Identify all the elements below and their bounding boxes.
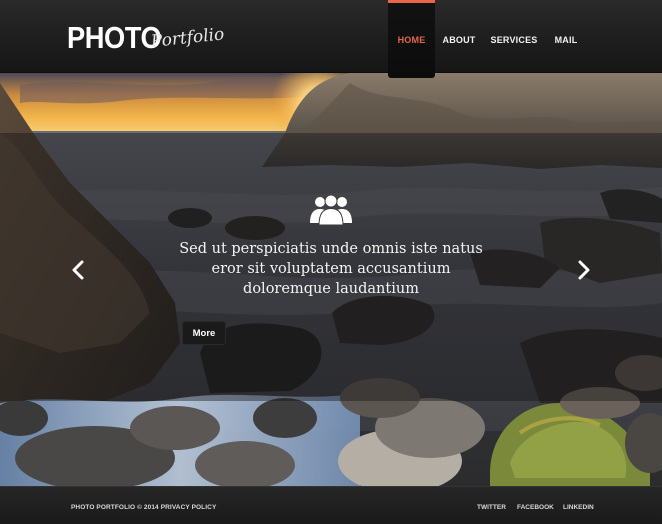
logo-main-text: PHOTO (67, 20, 162, 55)
nav-mail[interactable]: MAIL (554, 0, 578, 73)
users-group-icon (306, 194, 356, 226)
slide-caption-line: doloremque laudantium (243, 281, 419, 297)
slider-prev-button[interactable] (69, 259, 87, 281)
nav-about[interactable]: ABOUT (441, 0, 477, 73)
copyright-text: PHOTO PORTFOLIO © 2014 (71, 504, 159, 511)
social-link-linkedin[interactable]: LINKEDIN (563, 504, 594, 511)
privacy-policy-link[interactable]: PRIVACY POLICY (161, 504, 217, 511)
social-link-twitter[interactable]: TWITTER (477, 504, 506, 511)
nav-services[interactable]: SERVICES (491, 0, 538, 73)
slide-caption-line: Sed ut perspiciatis unde omnis iste natu… (179, 241, 483, 257)
slide-caption-line: eror sit voluptatem accusantium (211, 261, 451, 277)
chevron-right-icon (578, 260, 590, 280)
social-link-facebook[interactable]: FACEBOOK (517, 504, 554, 511)
nav-home[interactable]: HOME (388, 0, 435, 78)
chevron-left-icon (72, 260, 84, 280)
slider-next-button[interactable] (575, 259, 593, 281)
more-button[interactable]: More (182, 321, 226, 345)
slide-caption: Sed ut perspiciatis unde omnis iste natu… (131, 239, 531, 299)
site-header: PHOTO Portfolio HOME ABOUT SERVICES MAIL (0, 0, 662, 78)
site-footer: PHOTO PORTFOLIO © 2014 PRIVACY POLICY TW… (0, 486, 662, 524)
footer-copyright: PHOTO PORTFOLIO © 2014 PRIVACY POLICY (71, 504, 216, 511)
hero-slider: Sed ut perspiciatis unde omnis iste natu… (0, 73, 662, 486)
